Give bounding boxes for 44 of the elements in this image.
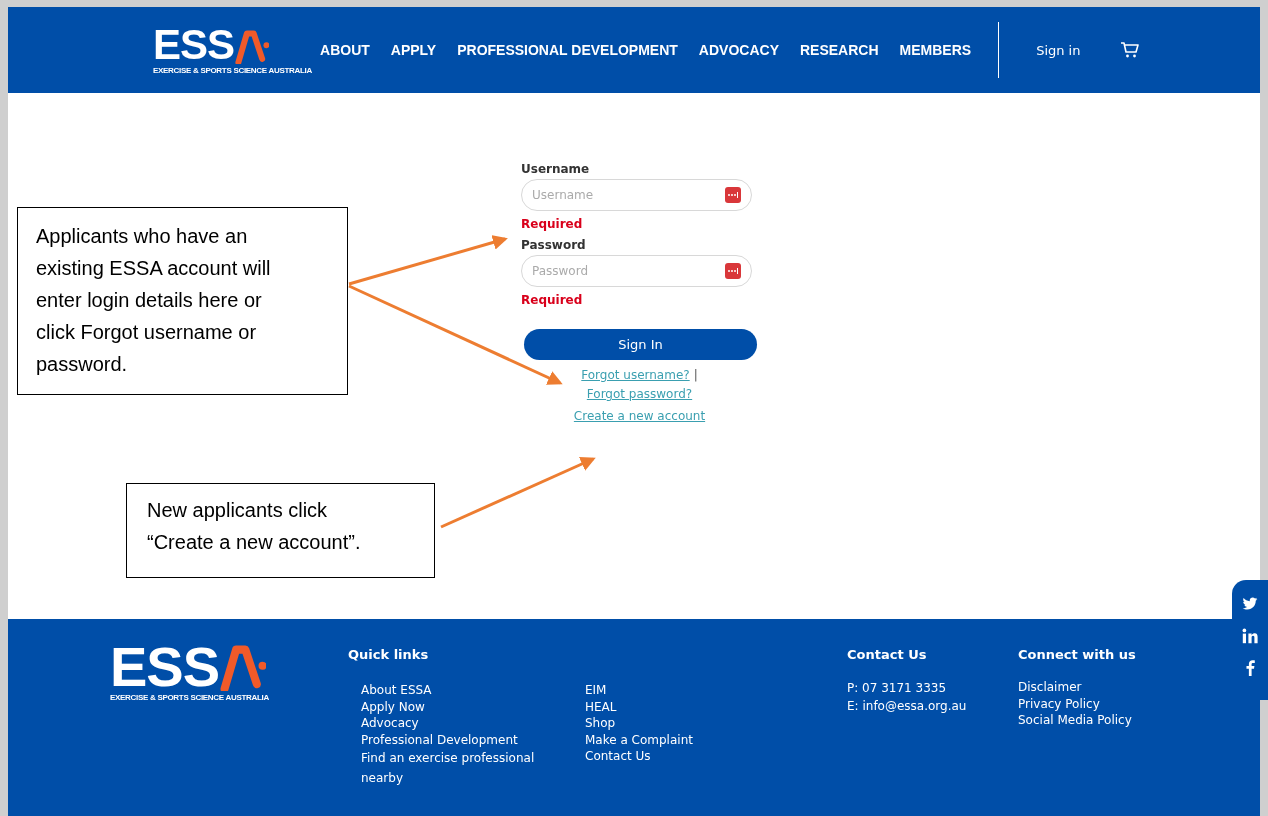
- nav-link[interactable]: MEMBERS: [899, 42, 972, 58]
- field-label: Password: [521, 238, 587, 252]
- logo-wordmark: ESS: [110, 643, 220, 691]
- link-separator: |: [693, 368, 698, 382]
- footer-link[interactable]: Social Media Policy: [1018, 712, 1136, 729]
- callout-box: Applicants who have an existing ESSA account will enter login details here or click Forgot username or password.: [17, 207, 348, 395]
- nav-link[interactable]: RESEARCH: [800, 42, 879, 58]
- footer-link[interactable]: Privacy Policy: [1018, 695, 1136, 712]
- contact-detail: E: info@essa.org.au: [847, 698, 968, 715]
- logo-tagline: EXERCISE & SPORTS SCIENCE AUSTRALIA: [110, 693, 270, 702]
- footer-link[interactable]: Contact Us: [585, 748, 693, 765]
- footer-heading: Connect with us: [1018, 647, 1136, 662]
- footer-link[interactable]: EIM: [585, 682, 693, 699]
- logo-mark-icon: [220, 645, 267, 691]
- footer-link[interactable]: Advocacy: [361, 715, 585, 732]
- cart-icon[interactable]: [1120, 41, 1141, 59]
- footer-heading: Contact Us: [847, 647, 928, 662]
- logo-tagline: EXERCISE & SPORTS SCIENCE AUSTRALIA: [153, 65, 312, 75]
- error-message: Required: [521, 217, 584, 231]
- footer-link[interactable]: Shop: [585, 715, 693, 732]
- footer-link[interactable]: Apply Now: [361, 698, 585, 715]
- password-manager-icon[interactable]: [725, 187, 741, 203]
- nav-link[interactable]: PROFESSIONAL DEVELOPMENT: [457, 42, 678, 58]
- password-manager-icon[interactable]: [725, 263, 741, 279]
- footer-heading: Quick links: [348, 647, 430, 662]
- bird-icon[interactable]: [1242, 596, 1258, 612]
- error-message: Required: [521, 293, 584, 307]
- logo-wordmark: ESS: [153, 25, 235, 64]
- nav-link[interactable]: APPLY: [390, 42, 437, 58]
- nav-link[interactable]: ABOUT: [320, 42, 370, 58]
- logo-mark-icon: [235, 29, 270, 64]
- linkedin-icon[interactable]: [1242, 628, 1258, 644]
- nav-link[interactable]: ADVOCACY: [698, 42, 779, 58]
- footer-link[interactable]: Disclaimer: [1018, 679, 1136, 696]
- sign-in-link[interactable]: Sign in: [1036, 42, 1081, 58]
- footer-link[interactable]: Make a Complaint: [585, 731, 693, 748]
- footer-link[interactable]: Find an exercise professional nearby: [361, 748, 561, 788]
- footer-link[interactable]: HEAL: [585, 698, 693, 715]
- contact-detail: P: 07 3171 3335: [847, 680, 948, 697]
- sign-in-button[interactable]: Sign In: [524, 329, 757, 360]
- field-label: Username: [521, 162, 591, 176]
- footer-link[interactable]: Professional Development: [361, 731, 585, 748]
- footer-link[interactable]: About ESSA: [361, 682, 585, 699]
- callout-box: New applicants click “Create a new account”.: [126, 483, 435, 578]
